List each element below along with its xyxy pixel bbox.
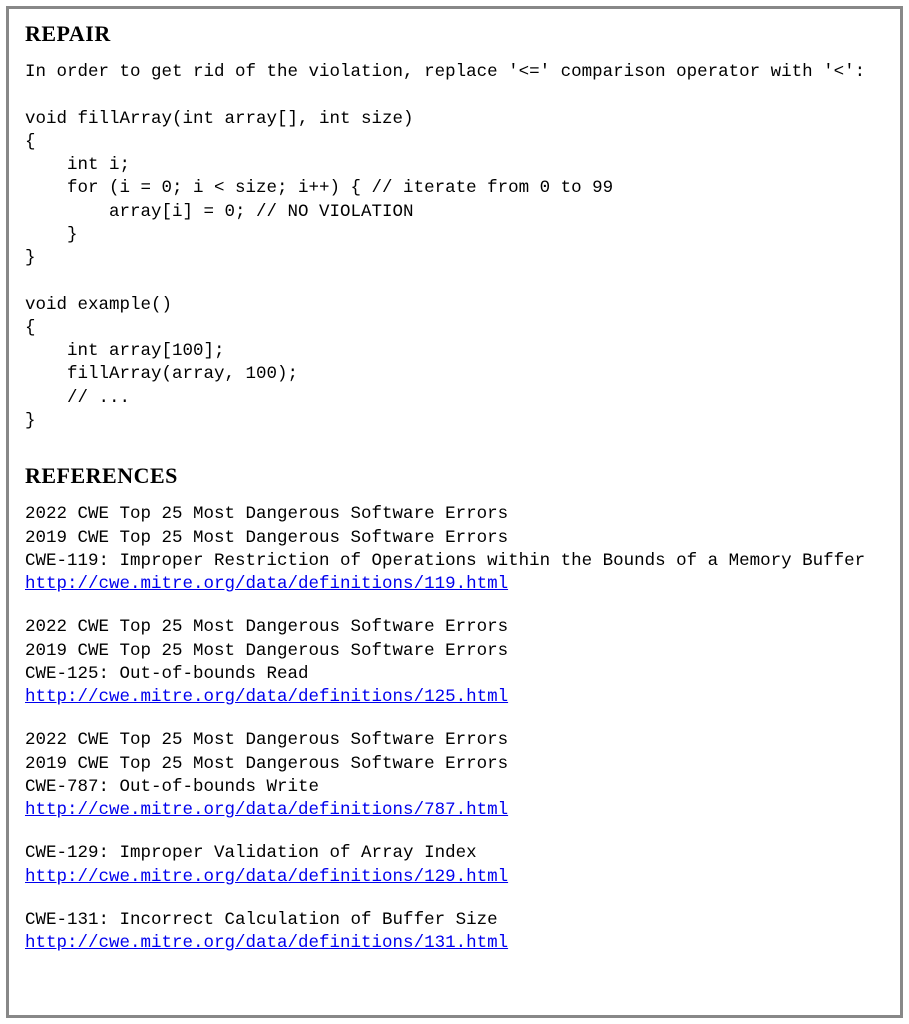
reference-link[interactable]: http://cwe.mitre.org/data/definitions/12… xyxy=(25,687,508,707)
repair-intro: In order to get rid of the violation, re… xyxy=(25,61,884,84)
reference-block: CWE-129: Improper Validation of Array In… xyxy=(25,842,884,889)
reference-text: CWE-787: Out-of-bounds Write xyxy=(25,776,884,799)
repair-code-block: void fillArray(int array[], int size) { … xyxy=(25,108,884,434)
reference-link[interactable]: http://cwe.mitre.org/data/definitions/78… xyxy=(25,800,508,820)
reference-text: 2019 CWE Top 25 Most Dangerous Software … xyxy=(25,640,884,663)
reference-text: 2022 CWE Top 25 Most Dangerous Software … xyxy=(25,729,884,752)
reference-text: 2019 CWE Top 25 Most Dangerous Software … xyxy=(25,527,884,550)
reference-text: 2022 CWE Top 25 Most Dangerous Software … xyxy=(25,503,884,526)
reference-text: 2019 CWE Top 25 Most Dangerous Software … xyxy=(25,753,884,776)
blank-line xyxy=(25,84,884,107)
document-panel: REPAIR In order to get rid of the violat… xyxy=(6,6,903,1018)
reference-text: CWE-125: Out-of-bounds Read xyxy=(25,663,884,686)
reference-text: CWE-129: Improper Validation of Array In… xyxy=(25,842,884,865)
reference-block: 2022 CWE Top 25 Most Dangerous Software … xyxy=(25,729,884,822)
reference-text: 2022 CWE Top 25 Most Dangerous Software … xyxy=(25,616,884,639)
reference-block: 2022 CWE Top 25 Most Dangerous Software … xyxy=(25,616,884,709)
reference-link[interactable]: http://cwe.mitre.org/data/definitions/11… xyxy=(25,574,508,594)
reference-block: 2022 CWE Top 25 Most Dangerous Software … xyxy=(25,503,884,596)
reference-text: CWE-119: Improper Restriction of Operati… xyxy=(25,550,884,573)
reference-block: CWE-131: Incorrect Calculation of Buffer… xyxy=(25,909,884,956)
reference-link[interactable]: http://cwe.mitre.org/data/definitions/13… xyxy=(25,933,508,953)
reference-text: CWE-131: Incorrect Calculation of Buffer… xyxy=(25,909,884,932)
reference-link[interactable]: http://cwe.mitre.org/data/definitions/12… xyxy=(25,867,508,887)
references-heading: REFERENCES xyxy=(25,463,884,489)
repair-heading: REPAIR xyxy=(25,21,884,47)
